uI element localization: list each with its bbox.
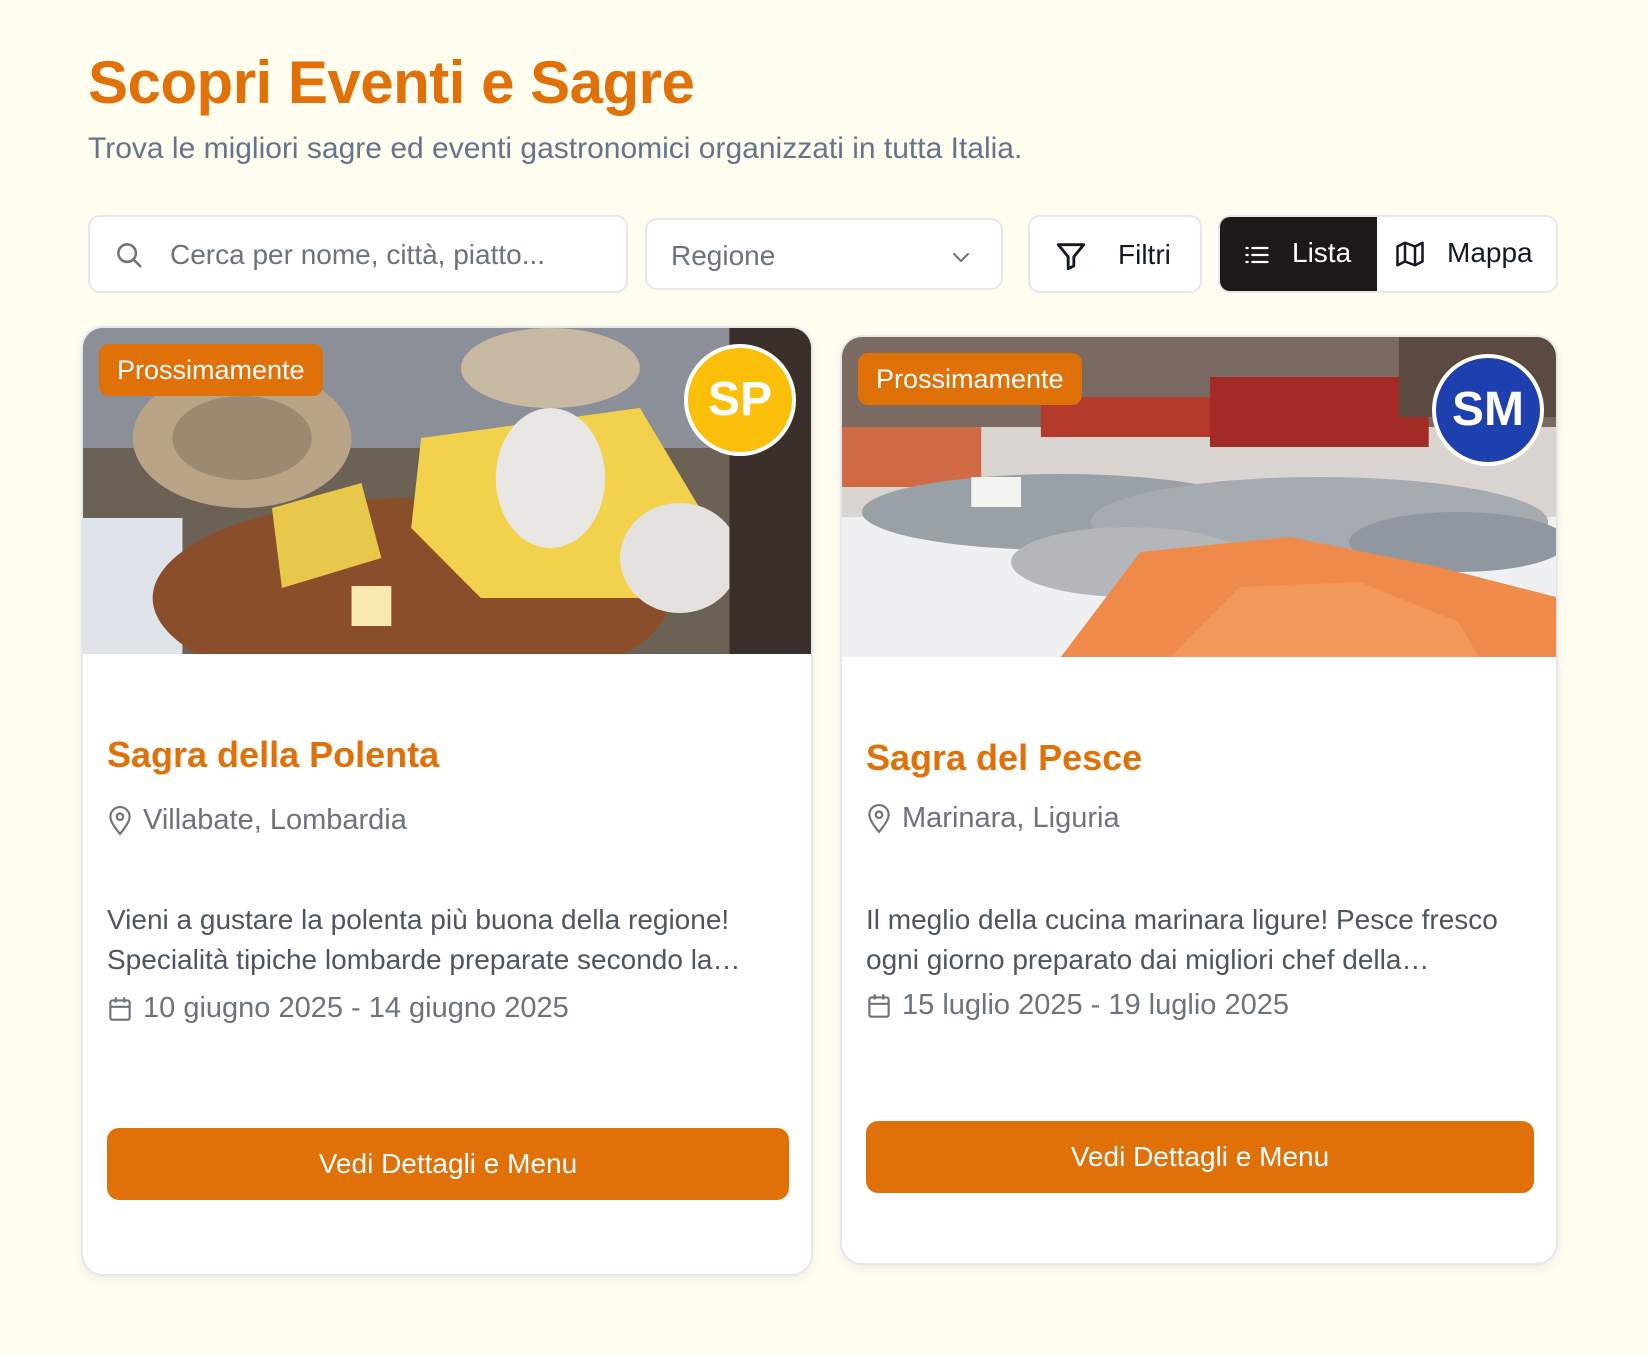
page-title: Scopri Eventi e Sagre: [88, 49, 695, 116]
view-list-label: Lista: [1292, 237, 1352, 268]
event-dates: 15 luglio 2025 - 19 luglio 2025: [866, 989, 1289, 1022]
search-input[interactable]: [170, 229, 610, 281]
event-location-text: Villabate, Lombardia: [143, 804, 407, 836]
filter-icon: [1056, 243, 1086, 271]
calendar-icon: [109, 997, 131, 1021]
event-card: Prossimamente SP Sagra della Polenta Vil…: [81, 326, 813, 1276]
view-list-button[interactable]: Lista: [1220, 217, 1377, 291]
event-description: Il meglio della cucina marinara ligure! …: [866, 904, 1498, 975]
view-map-button[interactable]: Mappa: [1377, 217, 1556, 291]
view-toggle: Lista Mappa: [1218, 215, 1558, 293]
status-badge: Prossimamente: [858, 353, 1082, 405]
avatar: SP: [684, 344, 796, 456]
view-details-button[interactable]: Vedi Dettagli e Menu: [866, 1121, 1534, 1193]
map-pin-icon: [868, 804, 890, 834]
calendar-icon: [868, 994, 890, 1018]
event-location-text: Marinara, Liguria: [902, 802, 1120, 834]
map-pin-icon: [109, 806, 131, 836]
filters-button-label: Filtri: [1118, 239, 1171, 270]
event-dates: 10 giugno 2025 - 14 giugno 2025: [107, 992, 569, 1025]
search-box[interactable]: [88, 215, 628, 293]
filters-button[interactable]: Filtri: [1028, 215, 1202, 293]
event-location: Villabate, Lombardia: [107, 804, 407, 837]
event-dates-text: 10 giugno 2025 - 14 giugno 2025: [143, 992, 569, 1024]
avatar: SM: [1432, 354, 1544, 466]
event-description: Vieni a gustare la polenta più buona del…: [107, 904, 741, 975]
list-icon: [1245, 246, 1269, 264]
event-location: Marinara, Liguria: [866, 802, 1120, 835]
view-map-label: Mappa: [1447, 237, 1533, 268]
event-dates-text: 15 luglio 2025 - 19 luglio 2025: [902, 989, 1289, 1021]
status-badge: Prossimamente: [99, 344, 323, 396]
event-card: Prossimamente SM Sagra del Pesce Marinar…: [840, 335, 1558, 1265]
view-details-button[interactable]: Vedi Dettagli e Menu: [107, 1128, 789, 1200]
region-select[interactable]: Regione: [645, 218, 1003, 290]
page-subtitle: Trova le migliori sagre ed eventi gastro…: [88, 132, 1023, 165]
event-title[interactable]: Sagra della Polenta: [107, 734, 439, 776]
event-title[interactable]: Sagra del Pesce: [866, 737, 1142, 779]
chevron-down-icon: [953, 253, 969, 262]
search-icon: [117, 243, 142, 268]
page: Scopri Eventi e Sagre Trova le migliori …: [0, 0, 1648, 1356]
map-icon: [1396, 241, 1424, 267]
region-select-label: Regione: [671, 240, 776, 271]
